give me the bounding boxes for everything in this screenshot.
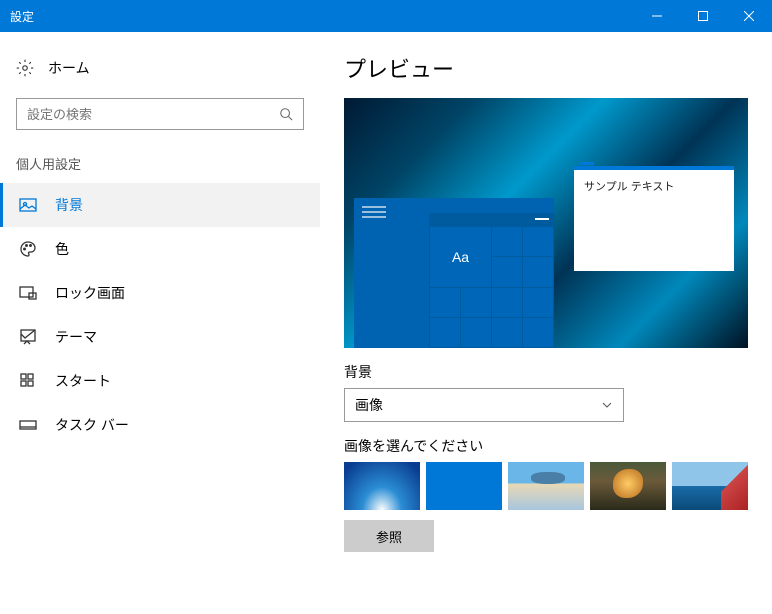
- main-panel: プレビュー Aa サンプル テキスト 背景 画像 画像を選んでください: [320, 32, 772, 614]
- search-input[interactable]: [16, 98, 304, 130]
- sidebar-item-label: 色: [55, 239, 69, 259]
- close-button[interactable]: [726, 0, 772, 32]
- lockscreen-icon: [19, 284, 37, 302]
- sidebar-item-label: ロック画面: [55, 283, 125, 303]
- section-label: 個人用設定: [0, 130, 320, 183]
- search-icon: [279, 107, 293, 121]
- sidebar-item-lockscreen[interactable]: ロック画面: [0, 271, 320, 315]
- choose-image-label: 画像を選んでください: [344, 436, 748, 456]
- background-label: 背景: [344, 362, 748, 382]
- image-thumbnails: [344, 462, 748, 510]
- thumbnail-5[interactable]: [672, 462, 748, 510]
- sidebar-item-label: タスク バー: [55, 415, 129, 435]
- browse-button[interactable]: 参照: [344, 520, 434, 552]
- sidebar-item-start[interactable]: スタート: [0, 359, 320, 403]
- home-label: ホーム: [48, 58, 90, 78]
- sidebar-item-label: スタート: [55, 371, 111, 391]
- picture-icon: [19, 196, 37, 214]
- thumbnail-2[interactable]: [426, 462, 502, 510]
- sidebar-item-label: テーマ: [55, 327, 97, 347]
- sidebar-item-colors[interactable]: 色: [0, 227, 320, 271]
- preview-sample-window: サンプル テキスト: [574, 166, 734, 271]
- page-title: プレビュー: [344, 52, 748, 84]
- chevron-down-icon: [601, 399, 613, 411]
- preview-tile-aa: Aa: [430, 227, 491, 287]
- titlebar: 設定: [0, 0, 772, 32]
- desktop-preview: Aa サンプル テキスト: [344, 98, 748, 348]
- background-dropdown[interactable]: 画像: [344, 388, 624, 422]
- taskbar-icon: [19, 416, 37, 434]
- sidebar-item-themes[interactable]: テーマ: [0, 315, 320, 359]
- thumbnail-3[interactable]: [508, 462, 584, 510]
- palette-icon: [19, 240, 37, 258]
- thumbnail-1[interactable]: [344, 462, 420, 510]
- search-field[interactable]: [27, 107, 279, 122]
- sidebar-item-background[interactable]: 背景: [0, 183, 320, 227]
- sidebar-item-label: 背景: [55, 195, 83, 215]
- start-icon: [19, 372, 37, 390]
- sidebar-item-taskbar[interactable]: タスク バー: [0, 403, 320, 447]
- preview-start-menu: Aa: [429, 213, 554, 348]
- window-title: 設定: [0, 8, 634, 25]
- dropdown-value: 画像: [355, 395, 383, 415]
- minimize-button[interactable]: [634, 0, 680, 32]
- gear-icon: [16, 59, 34, 77]
- maximize-button[interactable]: [680, 0, 726, 32]
- theme-icon: [19, 328, 37, 346]
- sample-text: サンプル テキスト: [584, 181, 674, 193]
- thumbnail-4[interactable]: [590, 462, 666, 510]
- sidebar: ホーム 個人用設定 背景 色 ロック画面 テーマ スタート タ: [0, 32, 320, 614]
- home-button[interactable]: ホーム: [0, 50, 320, 86]
